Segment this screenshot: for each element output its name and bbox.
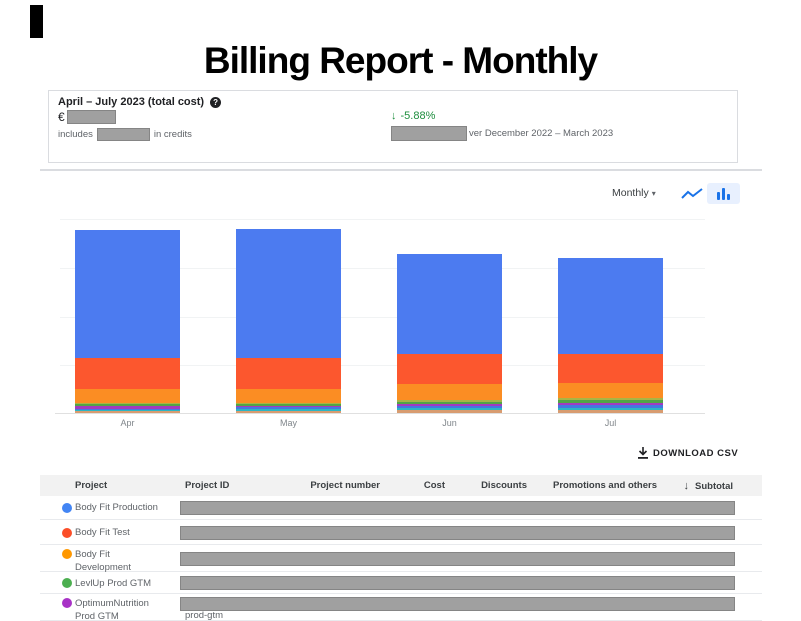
project-name: Body Fit Production	[75, 502, 158, 513]
x-axis-label-jul: Jul	[604, 418, 617, 428]
project-name: Body Fit Development	[75, 549, 131, 573]
bar-segment-unlabeled-project-4[interactable]	[75, 411, 180, 413]
billing-report-page: Billing Report - Monthly April – July 20…	[0, 0, 801, 621]
interval-dropdown[interactable]: Monthly ▾	[612, 187, 656, 199]
project-color-dot	[62, 598, 72, 608]
project-name: LevlUp Prod GTM	[75, 577, 152, 589]
project-name: OptimumNutrition Prod GTM	[75, 598, 149, 621]
project-name: Body Fit Test	[75, 527, 130, 538]
redacted-row-values	[180, 576, 735, 590]
credits-prefix: includes	[58, 129, 93, 140]
bar-segment-body-fit-test[interactable]	[558, 354, 663, 383]
total-cost-amount: €	[58, 110, 116, 124]
page-title: Billing Report - Monthly	[203, 40, 598, 81]
sort-descending-icon: ↓	[683, 480, 690, 492]
x-axis-label-apr: Apr	[120, 418, 135, 428]
bar-apr	[75, 230, 180, 413]
table-row: LevlUp Prod GTM	[40, 572, 762, 594]
bar-segment-body-fit-development[interactable]	[558, 383, 663, 398]
table-header-row: Project Project ID Project number Cost Disco…	[40, 475, 762, 496]
redacted-credits-amount	[96, 128, 150, 141]
column-header-project[interactable]: Project	[75, 480, 107, 491]
redaction-mark	[30, 5, 43, 38]
comparison-text: ver December 2022 – March 2023	[469, 128, 614, 139]
project-color-dot	[62, 578, 72, 588]
redacted-comparison-amount	[391, 126, 467, 141]
currency-symbol: €	[58, 110, 65, 124]
scorecard-heading: April – July 2023 (total cost) ?	[58, 96, 222, 108]
table-row: Body Fit Production	[40, 495, 762, 520]
project-id-visible-text: prod-gtm	[185, 610, 224, 621]
x-axis-line	[55, 413, 705, 414]
change-percentage: -5.88%	[400, 110, 436, 122]
download-csv-label: DOWNLOAD CSV	[653, 447, 739, 459]
column-header-subtotal[interactable]: ↓ Subtotal	[684, 480, 734, 492]
bar-segment-body-fit-production[interactable]	[75, 230, 180, 358]
total-cost-scorecard: April – July 2023 (total cost) ? € inclu…	[48, 90, 738, 163]
bar-segment-body-fit-test[interactable]	[236, 358, 341, 389]
download-csv-button[interactable]: DOWNLOAD CSV	[638, 447, 738, 459]
cost-change: ↓ -5.88%	[391, 110, 435, 122]
table-row: Body Fit Test	[40, 520, 762, 545]
scorecard-heading-label: April – July 2023 (total cost)	[58, 96, 205, 108]
redacted-row-values	[180, 525, 735, 540]
bar-chart-toggle-button[interactable]	[707, 183, 740, 204]
chevron-down-icon: ▾	[651, 188, 656, 198]
bar-chart-icon	[717, 192, 720, 200]
credits-line: includes in credits	[58, 128, 192, 141]
bar-segment-body-fit-test[interactable]	[75, 358, 180, 389]
bar-chart-icon	[727, 194, 730, 200]
section-divider	[40, 169, 762, 171]
redacted-row-values	[180, 551, 735, 566]
bar-segment-body-fit-production[interactable]	[558, 258, 663, 354]
bar-segment-body-fit-production[interactable]	[397, 254, 502, 354]
column-header-promotions-and-others[interactable]: Promotions and others	[553, 480, 657, 491]
bar-segment-unlabeled-project-4[interactable]	[558, 409, 663, 413]
bar-segment-unlabeled-project-4[interactable]	[397, 410, 502, 413]
gridline	[60, 219, 705, 220]
bar-segment-body-fit-development[interactable]	[397, 384, 502, 400]
bar-segment-body-fit-production[interactable]	[236, 229, 341, 358]
x-axis-label-jun: Jun	[442, 418, 457, 428]
bar-segment-body-fit-development[interactable]	[236, 389, 341, 403]
bar-segment-body-fit-test[interactable]	[397, 354, 502, 384]
down-arrow-icon: ↓	[391, 110, 397, 122]
table-row: OptimumNutrition Prod GTM prod-gtm	[40, 594, 762, 621]
bar-may	[236, 229, 341, 413]
comparison-line: ver December 2022 – March 2023	[391, 126, 613, 141]
line-chart-toggle-button[interactable]	[679, 185, 705, 203]
bar-segment-body-fit-development[interactable]	[75, 389, 180, 403]
bar-jun	[397, 254, 502, 413]
redacted-row-values	[180, 597, 735, 611]
help-icon[interactable]: ?	[210, 96, 222, 108]
project-color-dot	[62, 549, 72, 559]
bar-jul	[558, 258, 663, 413]
column-header-discounts[interactable]: Discounts	[481, 480, 527, 491]
download-icon	[638, 447, 648, 459]
line-chart-icon	[681, 188, 703, 199]
table-row: Body Fit Development	[40, 545, 762, 573]
bar-segment-unlabeled-project-4[interactable]	[236, 411, 341, 413]
credits-suffix: in credits	[153, 129, 192, 140]
project-color-dot	[62, 527, 72, 538]
interval-dropdown-label: Monthly	[612, 187, 649, 199]
project-color-dot	[62, 502, 72, 513]
redacted-row-values	[180, 500, 735, 515]
x-axis-label-may: May	[279, 418, 297, 428]
column-header-project-id[interactable]: Project ID	[185, 480, 229, 491]
column-header-cost[interactable]: Cost	[424, 480, 445, 491]
bar-chart-icon	[722, 188, 725, 200]
column-header-project-number[interactable]: Project number	[310, 480, 380, 491]
redacted-total-cost	[66, 110, 116, 124]
